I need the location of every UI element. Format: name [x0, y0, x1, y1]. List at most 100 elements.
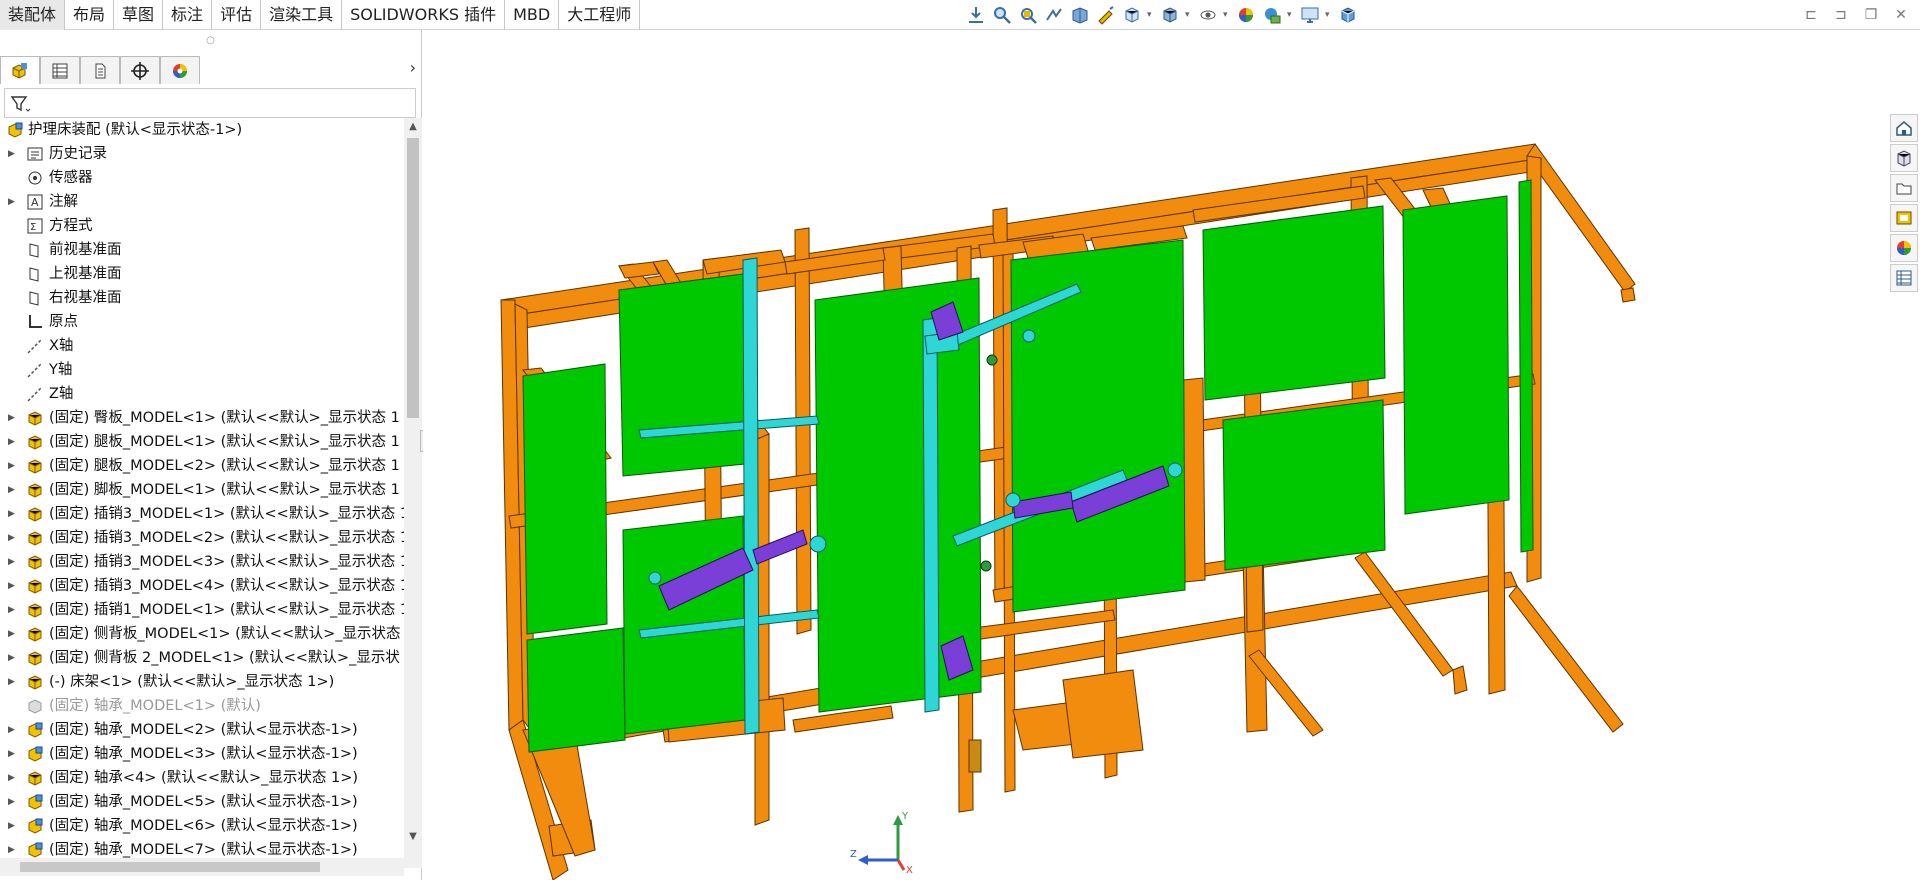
previous-view-icon[interactable] [1043, 4, 1065, 26]
chevron-down-icon[interactable]: ▾ [1287, 4, 1295, 26]
file-explorer-icon[interactable] [1890, 174, 1918, 202]
assembly-model[interactable] [423, 30, 1920, 880]
tree-item[interactable]: 右视基准面 [0, 286, 404, 310]
tree-item[interactable]: ▶ (-) 床架<1> (默认<<默认>_显示状态 1>) [0, 670, 404, 694]
tree-item[interactable]: ▶ (固定) 轴承_MODEL<6> (默认<显示状态-1>) [0, 814, 404, 838]
expand-arrow-icon[interactable]: ▶ [8, 814, 18, 838]
tree-item[interactable]: Z轴 [0, 382, 404, 406]
expand-arrow-icon[interactable]: ▶ [8, 190, 18, 214]
filter-icon[interactable] [9, 93, 31, 115]
expand-arrow-icon[interactable]: ▶ [8, 454, 18, 478]
hide-show-icon[interactable] [1197, 4, 1219, 26]
tree-item[interactable]: ▶ (固定) 侧背板_MODEL<1> (默认<<默认>_显示状态 [0, 622, 404, 646]
scroll-thumb[interactable] [20, 862, 320, 872]
tree-item[interactable]: Y轴 [0, 358, 404, 382]
tab-7[interactable]: MBD [505, 0, 560, 30]
scroll-thumb[interactable] [407, 138, 419, 418]
display-style-icon[interactable] [1159, 4, 1181, 26]
tree-item[interactable]: ▶ A 注解 [0, 190, 404, 214]
tree-horizontal-scrollbar[interactable] [0, 858, 404, 876]
tree-item[interactable]: ▶ (固定) 轴承_MODEL<2> (默认<显示状态-1>) [0, 718, 404, 742]
solidworks-resources-icon[interactable] [1890, 114, 1918, 142]
featuremanager-tab[interactable] [0, 56, 40, 84]
expand-arrow-icon[interactable]: ▶ [8, 550, 18, 574]
tab-6[interactable]: SOLIDWORKS 插件 [342, 0, 506, 30]
chevron-down-icon[interactable]: ▾ [1325, 4, 1333, 26]
tree-item[interactable]: ▶ (固定) 轴承_MODEL<3> (默认<显示状态-1>) [0, 742, 404, 766]
scroll-up-icon[interactable]: ▲ [404, 118, 422, 136]
tree-item[interactable]: ▶ (固定) 插销3_MODEL<1> (默认<<默认>_显示状态 1 [0, 502, 404, 526]
tree-item[interactable]: ▶ (固定) 腿板_MODEL<2> (默认<<默认>_显示状态 1 [0, 454, 404, 478]
propertymanager-tab[interactable] [40, 56, 80, 84]
restore-window-icon[interactable]: ❐ [1862, 6, 1880, 24]
expand-arrow-icon[interactable]: ▶ [8, 622, 18, 646]
tree-vertical-scrollbar[interactable]: ▲ ▼ [404, 118, 422, 868]
expand-arrow-icon[interactable]: ▶ [8, 478, 18, 502]
chevron-down-icon[interactable]: ▾ [1185, 4, 1193, 26]
configurationmanager-tab[interactable] [80, 56, 120, 84]
tree-item[interactable]: ▶ (固定) 轴承<4> (默认<<默认>_显示状态 1>) [0, 766, 404, 790]
tree-item[interactable]: Σ 方程式 [0, 214, 404, 238]
tree-root-assembly[interactable]: 护理床装配 (默认<显示状态-1>) [0, 118, 404, 142]
tab-0[interactable]: 装配体 [0, 0, 66, 30]
scroll-down-icon[interactable]: ▼ [404, 828, 422, 846]
expand-arrow-icon[interactable]: ▶ [8, 502, 18, 526]
expand-arrow-icon[interactable]: ▶ [8, 646, 18, 670]
apply-scene-icon[interactable] [1261, 4, 1283, 26]
standard-views-icon[interactable] [965, 4, 987, 26]
tree-item[interactable]: ▶ 历史记录 [0, 142, 404, 166]
chevron-down-icon[interactable]: ▾ [1147, 4, 1155, 26]
expand-arrow-icon[interactable]: ▶ [8, 670, 18, 694]
expand-arrow-icon[interactable]: ▶ [8, 430, 18, 454]
panel-expand-icon[interactable]: ⊐ [1832, 6, 1850, 24]
close-icon[interactable]: ✕ [1892, 6, 1910, 24]
tree-item[interactable]: 原点 [0, 310, 404, 334]
graphics-area[interactable]: Y Z X [423, 30, 1920, 880]
zoom-area-icon[interactable] [1017, 4, 1039, 26]
view-palette-icon[interactable] [1890, 204, 1918, 232]
tree-item[interactable]: ▶ (固定) 插销3_MODEL<2> (默认<<默认>_显示状态 1 [0, 526, 404, 550]
custom-properties-icon[interactable] [1890, 264, 1918, 292]
expand-arrow-icon[interactable]: ▶ [8, 742, 18, 766]
display-pane-icon[interactable] [1337, 4, 1359, 26]
panel-collapse-icon[interactable]: ⊏ [1802, 6, 1820, 24]
tab-4[interactable]: 评估 [212, 0, 262, 30]
tree-item[interactable]: ▶ (固定) 臀板_MODEL<1> (默认<<默认>_显示状态 1 [0, 406, 404, 430]
tree-item[interactable]: (固定) 轴承_MODEL<1> (默认) [0, 694, 404, 718]
tab-8[interactable]: 大工程师 [559, 0, 641, 30]
tab-5[interactable]: 渲染工具 [261, 0, 343, 30]
expand-arrow-icon[interactable]: ▶ [8, 718, 18, 742]
design-library-icon[interactable] [1890, 144, 1918, 172]
tree-item[interactable]: 传感器 [0, 166, 404, 190]
tree-item[interactable]: ▶ (固定) 插销1_MODEL<1> (默认<<默认>_显示状态 1 [0, 598, 404, 622]
tree-item[interactable]: 前视基准面 [0, 238, 404, 262]
expand-arrow-icon[interactable]: ▶ [8, 406, 18, 430]
zoom-to-fit-icon[interactable] [991, 4, 1013, 26]
tree-item[interactable]: 上视基准面 [0, 262, 404, 286]
tab-3[interactable]: 标注 [163, 0, 213, 30]
expand-arrow-icon[interactable]: ▶ [8, 790, 18, 814]
panel-grip-icon[interactable]: ○ [0, 30, 421, 52]
chevron-down-icon[interactable]: ▾ [1223, 4, 1231, 26]
tree-item[interactable]: ▶ (固定) 侧背板 2_MODEL<1> (默认<<默认>_显示状 [0, 646, 404, 670]
edit-appearance-icon[interactable] [1235, 4, 1257, 26]
expand-arrow-icon[interactable]: ▶ [8, 142, 18, 166]
tree-item[interactable]: ▶ (固定) 脚板_MODEL<1> (默认<<默认>_显示状态 1 [0, 478, 404, 502]
dimxpert-tab[interactable] [120, 56, 160, 84]
expand-arrow-icon[interactable]: ▶ [8, 574, 18, 598]
tree-item[interactable]: ▶ (固定) 腿板_MODEL<1> (默认<<默认>_显示状态 1 [0, 430, 404, 454]
expand-arrow-icon[interactable]: ▶ [8, 766, 18, 790]
displaymanager-tab[interactable] [160, 56, 200, 84]
expand-arrow-icon[interactable]: ▶ [8, 598, 18, 622]
view-settings-icon[interactable] [1299, 4, 1321, 26]
tab-2[interactable]: 草图 [114, 0, 164, 30]
section-view-icon[interactable] [1069, 4, 1091, 26]
tab-1[interactable]: 布局 [65, 0, 115, 30]
tree-item[interactable]: ▶ (固定) 轴承_MODEL<5> (默认<显示状态-1>) [0, 790, 404, 814]
expand-arrow-icon[interactable]: ▶ [8, 526, 18, 550]
view-orientation-icon[interactable] [1121, 4, 1143, 26]
tree-item[interactable]: ▶ (固定) 插销3_MODEL<3> (默认<<默认>_显示状态 1 [0, 550, 404, 574]
tree-item[interactable]: X轴 [0, 334, 404, 358]
appearances-icon[interactable] [1890, 234, 1918, 262]
dynamic-annotation-icon[interactable] [1095, 4, 1117, 26]
